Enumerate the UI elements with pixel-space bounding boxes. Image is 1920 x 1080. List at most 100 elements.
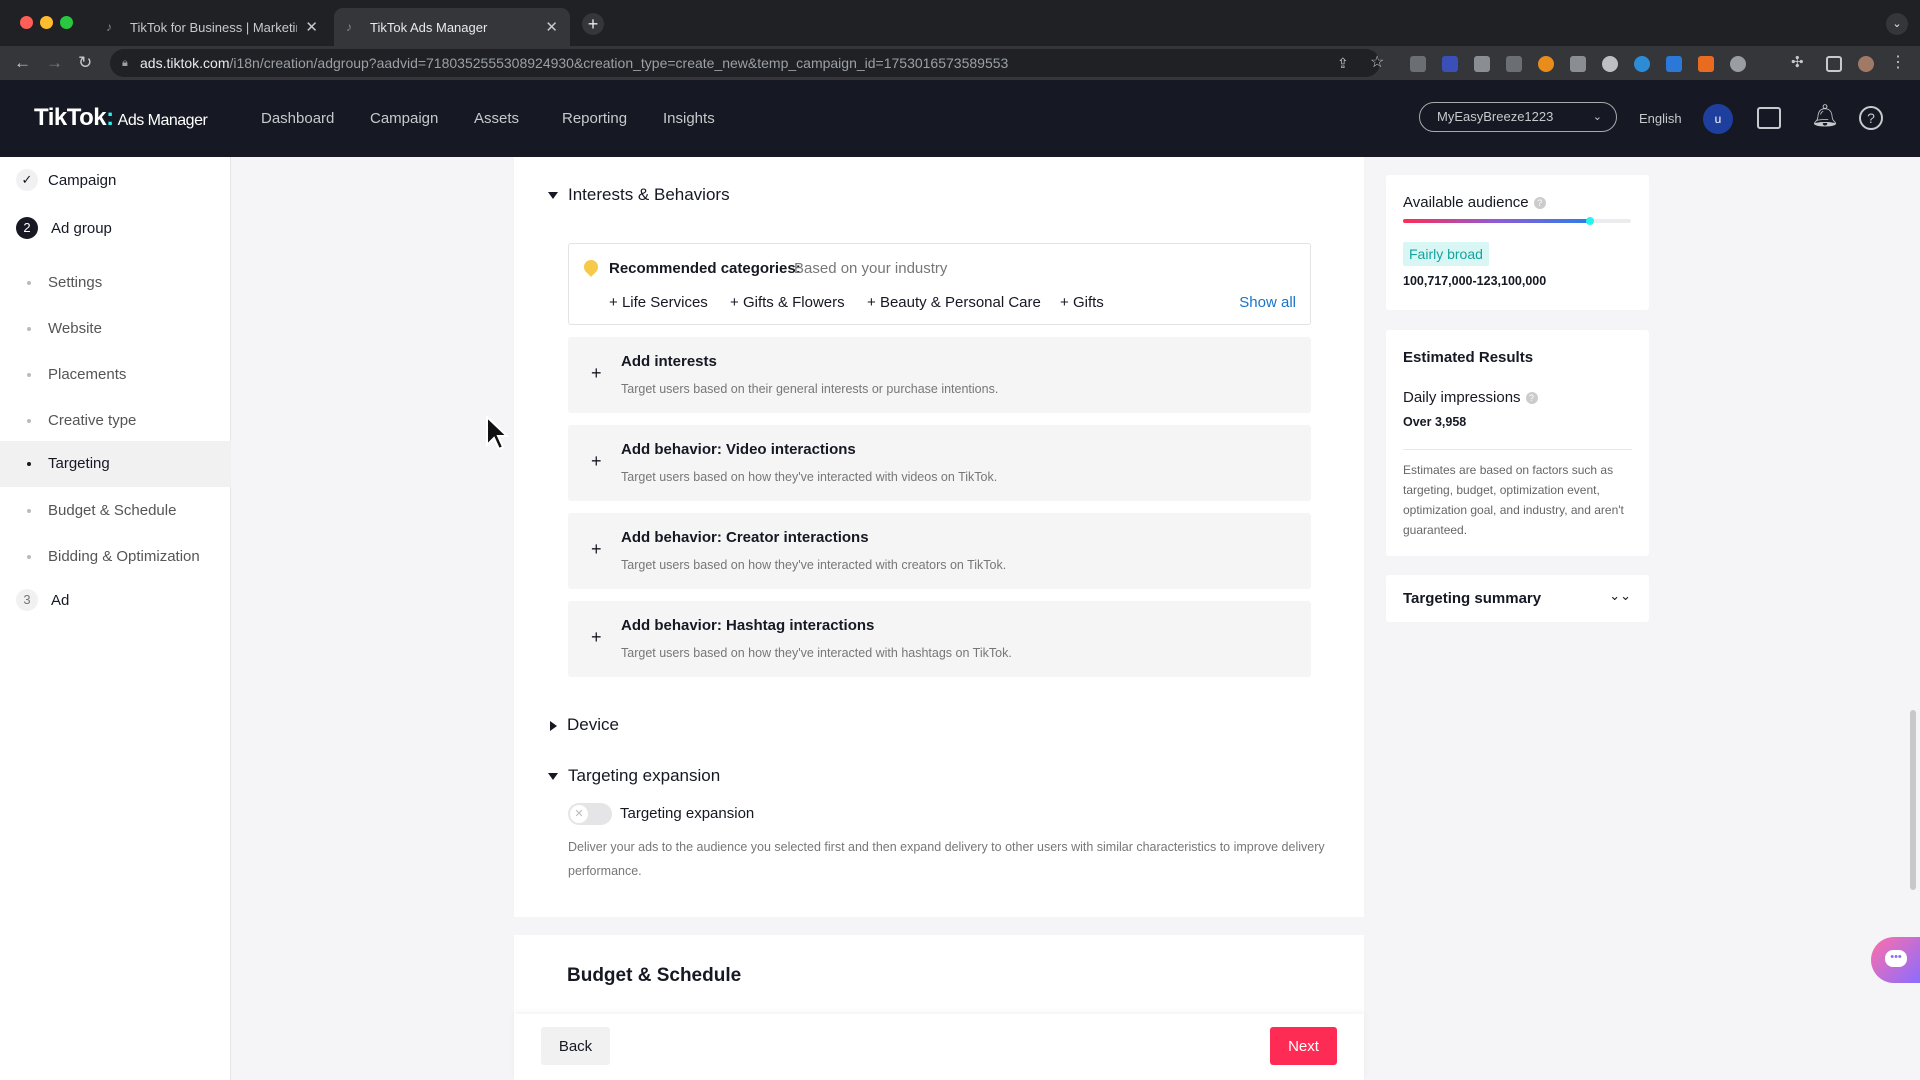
browser-tab[interactable]: ♪ TikTok for Business | Marketing ✕ <box>94 8 330 46</box>
extensions-puzzle-icon[interactable]: ✣ <box>1791 52 1804 74</box>
daily-impressions-row: Daily impressions? <box>1403 389 1538 406</box>
audience-range: 100,717,000-123,100,000 <box>1403 274 1547 288</box>
targeting-expansion-toggle[interactable]: ✕ <box>568 803 612 825</box>
step-label: Campaign <box>48 172 117 189</box>
caret-right-icon <box>550 720 557 731</box>
sidebar-item-label: Website <box>48 320 102 337</box>
sidebar-item-website[interactable]: Website <box>0 307 231 351</box>
side-panel-icon[interactable] <box>1826 56 1842 72</box>
bullet-dot <box>27 327 31 331</box>
account-name: MyEasyBreeze1223 <box>1437 109 1554 124</box>
back-arrow-icon[interactable]: ← <box>14 52 31 74</box>
close-tab-icon[interactable]: ✕ <box>545 18 558 36</box>
sidebar-step-ad[interactable]: 3 Ad <box>0 583 231 617</box>
card-description: Target users based on how they've intera… <box>621 558 1007 572</box>
card-title: Add behavior: Creator interactions <box>621 529 869 546</box>
logo-subtitle: Ads Manager <box>117 112 208 129</box>
tiktok-ads-manager-logo[interactable]: TikTok: Ads Manager <box>34 104 208 132</box>
url-path: /i18n/creation/adgroup?aadvid=7180352555… <box>229 55 1009 71</box>
targeting-expansion-header[interactable]: Targeting expansion <box>548 766 720 786</box>
card-title: Add behavior: Video interactions <box>621 441 856 458</box>
help-icon[interactable]: ? <box>1525 392 1538 405</box>
language-selector[interactable]: English <box>1639 111 1682 126</box>
reload-icon[interactable]: ↻ <box>78 52 92 74</box>
card-description: Target users based on how they've intera… <box>621 646 1012 660</box>
estimated-results-panel: Estimated Results Daily impressions? Ove… <box>1386 330 1649 556</box>
new-tab-button[interactable]: + <box>582 13 604 35</box>
divider <box>1403 449 1632 450</box>
bullet-dot <box>27 373 31 377</box>
logo-mark: : <box>106 104 114 131</box>
recommended-categories: Recommended categories: Based on your in… <box>568 243 1311 325</box>
window-minimize-button[interactable] <box>40 16 53 29</box>
sidebar-item-budget-schedule[interactable]: Budget & Schedule <box>0 489 231 533</box>
show-all-link[interactable]: Show all <box>1239 294 1296 311</box>
browser-menu-icon[interactable]: ⋮ <box>1890 52 1906 74</box>
reco-chip-gifts[interactable]: + Gifts <box>1060 294 1104 311</box>
user-avatar[interactable]: u <box>1703 104 1733 134</box>
sidebar-item-settings[interactable]: Settings <box>0 261 231 305</box>
window-close-button[interactable] <box>20 16 33 29</box>
nav-reporting[interactable]: Reporting <box>562 110 627 127</box>
add-hashtag-interactions-card[interactable]: + Add behavior: Hashtag interactions Tar… <box>568 601 1311 677</box>
double-chevron-down-icon: ⌄⌄ <box>1609 588 1631 603</box>
extension-icon[interactable] <box>1442 56 1458 72</box>
share-icon[interactable]: ⇪ <box>1337 52 1349 74</box>
browser-tab-active[interactable]: ♪ TikTok Ads Manager ✕ <box>334 8 570 46</box>
account-selector[interactable]: MyEasyBreeze1223 ⌄ <box>1419 102 1617 132</box>
sidebar-step-ad-group[interactable]: 2 Ad group <box>0 211 231 245</box>
sidebar-item-label: Targeting <box>48 455 110 472</box>
sidebar-step-campaign[interactable]: ✓ Campaign <box>0 163 231 197</box>
lightbulb-icon <box>581 257 601 277</box>
chat-support-button[interactable]: ••• <box>1871 937 1920 983</box>
help-icon[interactable]: ? <box>1533 197 1546 210</box>
extension-icon[interactable] <box>1538 56 1554 72</box>
add-creator-interactions-card[interactable]: + Add behavior: Creator interactions Tar… <box>568 513 1311 589</box>
extension-icon[interactable] <box>1730 56 1746 72</box>
nav-campaign[interactable]: Campaign <box>370 110 438 127</box>
extension-icon[interactable] <box>1410 56 1426 72</box>
profile-avatar[interactable] <box>1858 56 1874 72</box>
bookmark-star-icon[interactable]: ☆ <box>1370 52 1384 74</box>
briefcase-icon[interactable] <box>1757 107 1781 129</box>
section-title: Device <box>567 715 619 734</box>
extension-icon[interactable] <box>1602 56 1618 72</box>
page-scrollbar[interactable] <box>1910 710 1916 890</box>
extension-icon[interactable] <box>1474 56 1490 72</box>
logo-text: TikTok <box>34 104 107 131</box>
download-icon[interactable] <box>1666 56 1682 72</box>
targeting-summary-panel[interactable]: Targeting summary ⌄⌄ <box>1386 575 1649 622</box>
extension-icon[interactable] <box>1506 56 1522 72</box>
sidebar-item-bidding-optimization[interactable]: Bidding & Optimization <box>0 535 231 579</box>
add-video-interactions-card[interactable]: + Add behavior: Video interactions Targe… <box>568 425 1311 501</box>
tiktok-favicon-icon: ♪ <box>106 20 112 34</box>
close-tab-icon[interactable]: ✕ <box>305 18 318 36</box>
sidebar-item-targeting[interactable]: Targeting <box>0 441 231 487</box>
tab-title: TikTok Ads Manager <box>370 19 488 35</box>
sidebar-item-creative-type[interactable]: Creative type <box>0 399 231 443</box>
window-maximize-button[interactable] <box>60 16 73 29</box>
extension-icon[interactable] <box>1698 56 1714 72</box>
reco-chip-life-services[interactable]: + Life Services <box>609 294 708 311</box>
browser-tab-strip: ♪ TikTok for Business | Marketing ✕ ♪ Ti… <box>0 0 1920 46</box>
nav-assets[interactable]: Assets <box>474 110 519 127</box>
check-icon: ✓ <box>16 169 38 191</box>
bell-icon[interactable]: 🔔︎ <box>1811 103 1839 129</box>
url-bar[interactable]: 🔒︎ ads.tiktok.com/i18n/creation/adgroup?… <box>110 49 1380 77</box>
nav-insights[interactable]: Insights <box>663 110 715 127</box>
device-header[interactable]: Device <box>550 715 619 735</box>
back-button[interactable]: Back <box>541 1027 610 1065</box>
interests-behaviors-header[interactable]: Interests & Behaviors <box>548 185 730 205</box>
next-button[interactable]: Next <box>1270 1027 1337 1065</box>
sidebar-item-placements[interactable]: Placements <box>0 353 231 397</box>
forward-arrow-icon[interactable]: → <box>46 52 63 74</box>
add-interests-card[interactable]: + Add interests Target users based on th… <box>568 337 1311 413</box>
reco-chip-gifts-flowers[interactable]: + Gifts & Flowers <box>730 294 845 311</box>
tab-search-chevron-icon[interactable]: ⌄ <box>1886 13 1908 35</box>
reco-chip-beauty-personal-care[interactable]: + Beauty & Personal Care <box>867 294 1041 311</box>
help-icon[interactable]: ? <box>1859 106 1883 130</box>
extension-icon[interactable] <box>1634 56 1650 72</box>
extension-icon[interactable] <box>1570 56 1586 72</box>
nav-dashboard[interactable]: Dashboard <box>261 110 334 127</box>
audience-meter-fill <box>1403 219 1590 223</box>
